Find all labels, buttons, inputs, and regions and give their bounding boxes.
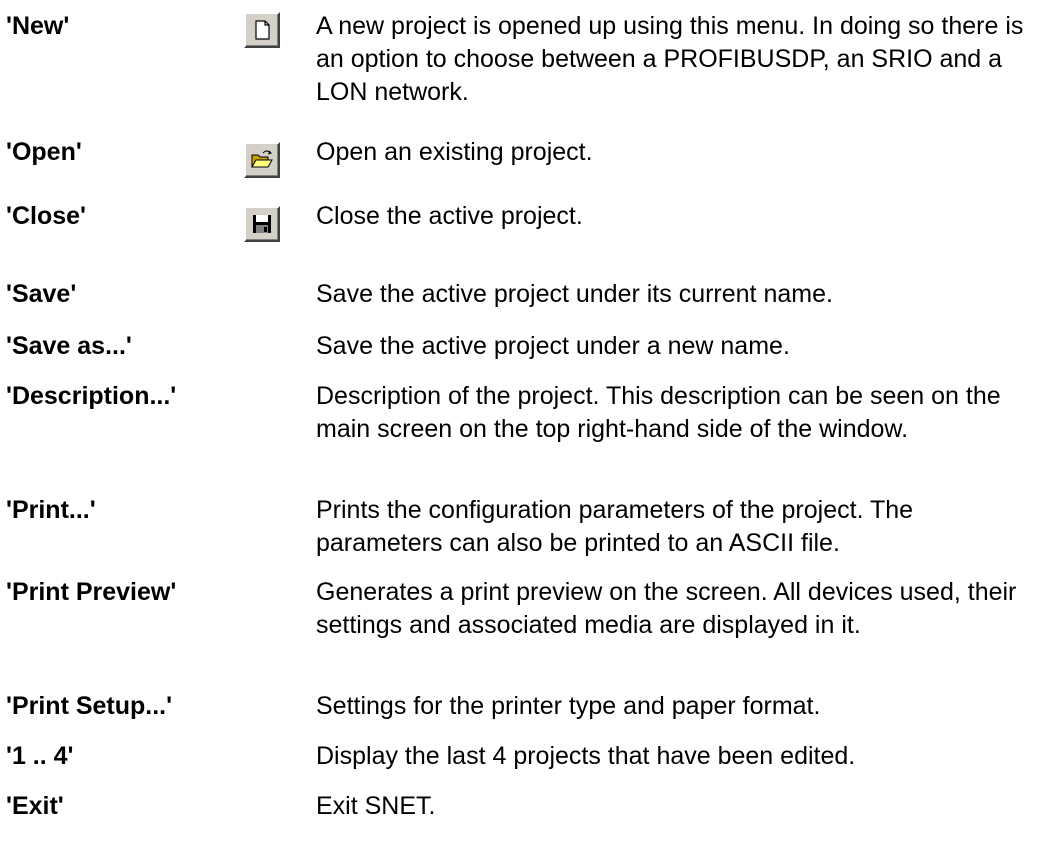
menu-description-exit: Exit SNET.	[316, 792, 436, 820]
menu-term-close: 'Close'	[6, 202, 86, 230]
menu-term-description: 'Description...'	[6, 382, 177, 410]
open-folder-icon	[244, 142, 280, 178]
menu-description-close: Close the active project.	[316, 202, 583, 230]
menu-term-print-setup: 'Print Setup...'	[6, 692, 173, 720]
menu-term-save-as: 'Save as...'	[6, 332, 132, 360]
menu-description-recent-projects: Display the last 4 projects that have be…	[316, 742, 856, 770]
menu-description-save-as: Save the active project under a new name…	[316, 332, 790, 360]
new-document-icon	[244, 12, 280, 48]
menu-term-open: 'Open'	[6, 138, 82, 166]
menu-description-new: A new project is opened up using this me…	[316, 12, 1024, 106]
menu-term-print-preview: 'Print Preview'	[6, 578, 177, 606]
menu-term-recent-projects: '1 .. 4'	[6, 742, 74, 770]
menu-term-exit: 'Exit'	[6, 792, 64, 820]
menu-description-print: Prints the configuration parameters of t…	[316, 496, 914, 557]
menu-description-print-preview: Generates a print preview on the screen.…	[316, 578, 1017, 639]
menu-description-open: Open an existing project.	[316, 138, 593, 166]
menu-description-print-setup: Settings for the printer type and paper …	[316, 692, 821, 720]
floppy-disk-icon	[244, 206, 280, 242]
menu-description-save: Save the active project under its curren…	[316, 280, 833, 308]
menu-term-save: 'Save'	[6, 280, 77, 308]
menu-term-print: 'Print...'	[6, 496, 96, 524]
menu-description-description: Description of the project. This descrip…	[316, 382, 1001, 443]
menu-term-new: 'New'	[6, 12, 70, 40]
